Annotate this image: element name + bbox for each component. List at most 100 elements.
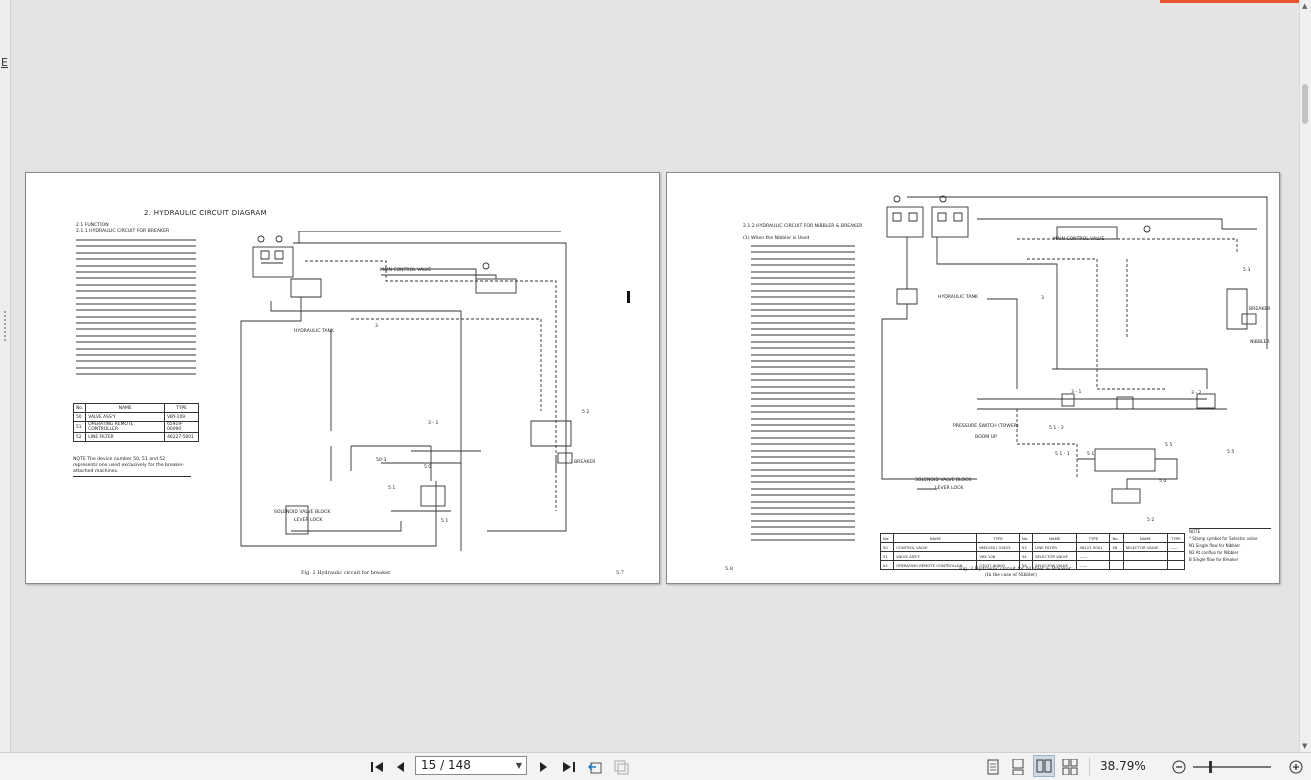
zoom-level[interactable]: 38.79% (1100, 753, 1146, 780)
zoom-slider[interactable] (1193, 761, 1271, 773)
table-cell (1167, 560, 1185, 570)
label-51: 5 1 (1087, 452, 1095, 457)
table-header: TYPE (164, 403, 199, 413)
table-row: 51 VALVE ASS'Y VBY 108 54 SELECTOR VALVE… (879, 551, 1185, 561)
table-cell: —— (1076, 551, 1111, 561)
section-nibbler-breaker: 2.1.2 HYDRAULIC CIRCUIT FOR NIBBLER & BR… (743, 224, 863, 229)
page-number: 5.7 (616, 570, 624, 576)
zoom-in-icon[interactable] (1287, 753, 1305, 780)
table-header: No. (879, 533, 895, 543)
table-cell: VBY-109 (164, 412, 199, 422)
table-header-row: No. NAME TYPE No. NAME TYPE No. NAME TYP… (879, 533, 1185, 543)
table-header: TYPE (1167, 533, 1185, 543)
table-header: NAME (1122, 533, 1169, 543)
hydraulic-tank-symbol (290, 278, 322, 298)
table-cell (1109, 551, 1124, 561)
page-15: 2.1.2 HYDRAULIC CIRCUIT FOR NIBBLER & BR… (666, 172, 1280, 584)
section-breaker: 2.1.1 HYDRAULIC CIRCUIT FOR BREAKER (76, 229, 170, 234)
bottom-toolbar: 15 / 148 ▼ 38.79% (0, 752, 1311, 780)
table-cell: LINE FILTER (1032, 542, 1078, 552)
line-filter-symbol (530, 420, 572, 447)
label-nibbler: NIBBLER (1250, 340, 1270, 345)
label-main-control-valve: MAIN CONTROL VALVE (380, 268, 432, 273)
two-page-view-icon[interactable] (1033, 755, 1055, 777)
label-3: 3 (375, 324, 378, 329)
figure-caption: Fig. 2 Hydraulic circuit for breaker (301, 570, 391, 576)
label-lever-lock: LEVER LOCK (935, 486, 964, 491)
chevron-down-icon[interactable]: ▼ (516, 757, 522, 774)
breaker-symbol (557, 452, 573, 464)
sidebar-resize-grip[interactable] (3, 310, 7, 342)
sidebar-label[interactable]: E (1, 56, 8, 69)
next-view-icon[interactable] (610, 753, 632, 780)
zoom-slider-handle[interactable] (1209, 761, 1212, 773)
scroll-up-arrow-icon[interactable]: ▲ (1302, 2, 1307, 10)
previous-view-icon[interactable] (584, 753, 606, 780)
hydraulic-tank-symbol (896, 288, 918, 305)
label-main-control-valve: MAIN CONTROL VALVE (1053, 237, 1105, 242)
label-hydraulic-tank: HYDRAULIC TANK (294, 329, 334, 334)
document-viewport[interactable]: E 2. HYDRAULIC CIRCUIT DIAGRAM 2.1 FUNCT… (0, 0, 1311, 752)
table-header: NAME (1032, 533, 1078, 543)
table-cell: 51 (72, 421, 87, 433)
page-note: NOTE The device number 50, 51 and 52 rep… (73, 457, 191, 477)
table-cell: 51 (879, 551, 895, 561)
label-50: 5 0 (1159, 479, 1167, 484)
page-heading: 2. HYDRAULIC CIRCUIT DIAGRAM (144, 209, 267, 217)
parts-table: No. NAME TYPE 50 VALVE ASS'Y VBY-109 51 … (72, 403, 199, 442)
body-text-block (76, 239, 196, 380)
top-accent-bar (1160, 0, 1311, 3)
last-page-icon[interactable] (558, 753, 580, 780)
table-cell (1109, 560, 1124, 570)
single-page-view-icon[interactable] (983, 753, 1003, 780)
label-50: 5 0 (424, 465, 432, 470)
table-header: No. (1018, 533, 1034, 543)
section-function: 2.1 FUNCTION (76, 223, 109, 228)
continuous-view-icon[interactable] (1008, 753, 1028, 780)
label-solenoid-valve-block: SOLENOID VALVE BLOCK (274, 510, 331, 515)
table-cell (1122, 560, 1169, 570)
pilot-valve-block (252, 246, 294, 278)
line-filter-53 (1226, 288, 1248, 330)
body-text-block (751, 245, 855, 545)
table-cell: 65919-00090 (164, 421, 199, 433)
left-sidebar-strip[interactable]: E (0, 0, 11, 752)
label-boom-up: BOOM UP (975, 435, 997, 440)
table-cell: 52 (72, 432, 87, 442)
table-header: NAME (893, 533, 978, 543)
two-page-continuous-icon[interactable] (1060, 753, 1080, 780)
label-3-1: 3 - 1 (1071, 390, 1082, 395)
table-cell: VALVE ASS'Y (893, 551, 978, 561)
label-breaker: BREAKER (1249, 307, 1271, 312)
note-block: NOTE * Stamp symbol for Selector valve N… (1189, 528, 1271, 562)
pilot-valve-block-left (886, 206, 924, 238)
table-row: 50 CONTROL VALVE 6MX158 I 01825 53 LINE … (879, 542, 1185, 552)
table-cell: SELECTOR VALVE (1032, 551, 1078, 561)
label-solenoid-valve-block: SOLENOID VALVE BLOCK (915, 478, 972, 483)
breaker-symbol (1241, 313, 1257, 325)
first-page-icon[interactable] (366, 753, 388, 780)
pilot-valve-block-right (931, 206, 969, 238)
label-51-2: 5 1 - 2 (1049, 426, 1064, 431)
parts-table: No. NAME TYPE No. NAME TYPE No. NAME TYP… (879, 533, 1185, 570)
toolbar-divider (1089, 757, 1090, 776)
label-52: 5 2 (582, 410, 590, 415)
scrollbar-thumb[interactable] (1302, 84, 1308, 124)
table-cell: 46227-5001 (164, 432, 199, 442)
table-cell: 46227-5001 (1076, 542, 1111, 552)
next-page-icon[interactable] (535, 753, 553, 780)
page-number: 5.8 (725, 566, 733, 572)
zoom-out-icon[interactable] (1170, 753, 1188, 780)
vertical-scrollbar[interactable]: ▲ ▼ (1299, 0, 1311, 752)
previous-page-icon[interactable] (391, 753, 409, 780)
table-cell: LINE FILTER (85, 432, 166, 442)
operating-remote-controller-52 (1111, 488, 1141, 504)
label-lever-lock: LEVER LOCK (294, 518, 323, 523)
scroll-down-arrow-icon[interactable]: ▼ (1302, 742, 1307, 750)
subsection-nibbler-used: (1) When the Nibbler is Used (743, 236, 810, 241)
table-row: 50 VALVE ASS'Y VBY-109 (72, 412, 199, 422)
page-number-input[interactable]: 15 / 148 ▼ (415, 756, 527, 775)
valve-assy-symbol (420, 485, 446, 507)
label-51b: 5 1 (441, 519, 449, 524)
selector-valve-55 (1196, 393, 1216, 409)
